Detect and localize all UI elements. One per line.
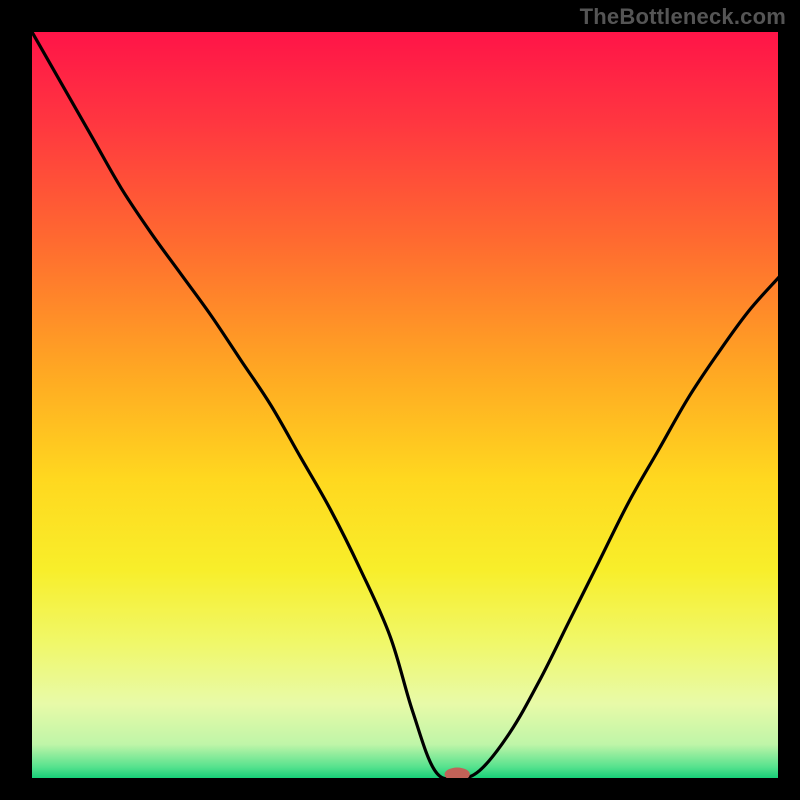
chart-frame: TheBottleneck.com xyxy=(0,0,800,800)
chart-svg xyxy=(32,32,778,778)
watermark-text: TheBottleneck.com xyxy=(580,4,786,30)
gradient-background xyxy=(32,32,778,778)
plot-area xyxy=(32,32,778,778)
